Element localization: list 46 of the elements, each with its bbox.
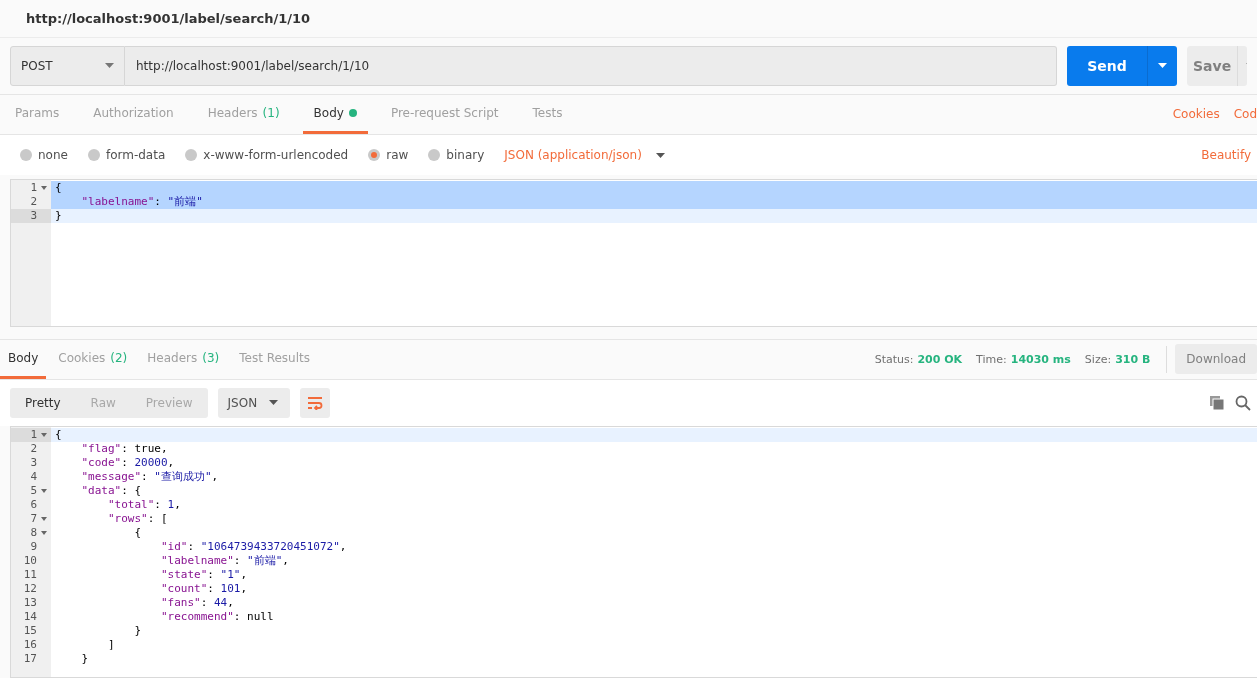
caret-icon	[105, 63, 114, 69]
content-type-dropdown[interactable]: JSON (application/json)	[504, 148, 665, 163]
request-tab[interactable]: Pre-request Script	[379, 95, 510, 134]
send-button[interactable]: Send	[1067, 45, 1147, 86]
wrap-lines-button[interactable]	[300, 387, 331, 418]
response-tab[interactable]: Headers (3)	[139, 339, 228, 379]
line-number: 5	[11, 484, 51, 498]
caret-icon	[269, 400, 279, 406]
response-stat: Status: 200 OK	[874, 352, 963, 366]
line-number: 8	[11, 526, 51, 540]
send-options-button[interactable]	[1147, 45, 1177, 86]
request-tab[interactable]: Tests	[521, 95, 574, 134]
body-type-radio[interactable]: form-data	[87, 148, 166, 163]
link[interactable]: Cod	[1233, 107, 1257, 122]
response-stat: Size: 310 B	[1084, 352, 1151, 366]
body-type-radio[interactable]: raw	[368, 148, 409, 163]
view-mode-button[interactable]: Preview	[130, 387, 208, 418]
view-mode-button[interactable]: Pretty	[10, 387, 76, 418]
copy-icon[interactable]	[1209, 394, 1225, 411]
line-number: 3	[11, 209, 51, 224]
response-tab[interactable]: Cookies (2)	[50, 339, 136, 379]
request-tab[interactable]: Authorization	[82, 95, 185, 134]
link[interactable]: Cookies	[1172, 107, 1220, 122]
beautify-link[interactable]: Beautify	[1201, 148, 1251, 163]
body-type-radio[interactable]: none	[20, 148, 68, 163]
method-dropdown[interactable]: POST	[10, 45, 125, 86]
search-icon[interactable]	[1235, 394, 1251, 411]
request-tab-title: http://localhost:9001/label/search/1/10	[26, 10, 311, 26]
line-number: 1	[11, 428, 51, 442]
format-dropdown[interactable]: JSON	[217, 387, 291, 418]
line-number: 7	[11, 512, 51, 526]
view-mode-button[interactable]: Raw	[75, 387, 131, 418]
request-tab[interactable]: Params	[4, 95, 71, 134]
caret-icon	[655, 152, 665, 158]
request-body-editor[interactable]: 1 2 3 { "labelname": "前端" }	[10, 179, 1257, 327]
body-type-radio[interactable]: x-www-form-urlencoded	[185, 148, 349, 163]
download-button[interactable]: Download	[1175, 344, 1257, 375]
response-tab[interactable]: Test Results	[231, 339, 318, 379]
save-button[interactable]: Save	[1187, 45, 1237, 86]
line-number: 1	[11, 181, 51, 196]
wrap-lines-icon	[307, 395, 324, 410]
body-type-radio[interactable]: binary	[428, 148, 485, 163]
request-tab[interactable]: Headers (1)	[196, 95, 291, 134]
url-field[interactable]: http://localhost:9001/label/search/1/10	[125, 45, 1057, 86]
caret-icon	[1158, 63, 1167, 69]
response-stat: Time: 14030 ms	[976, 352, 1071, 366]
